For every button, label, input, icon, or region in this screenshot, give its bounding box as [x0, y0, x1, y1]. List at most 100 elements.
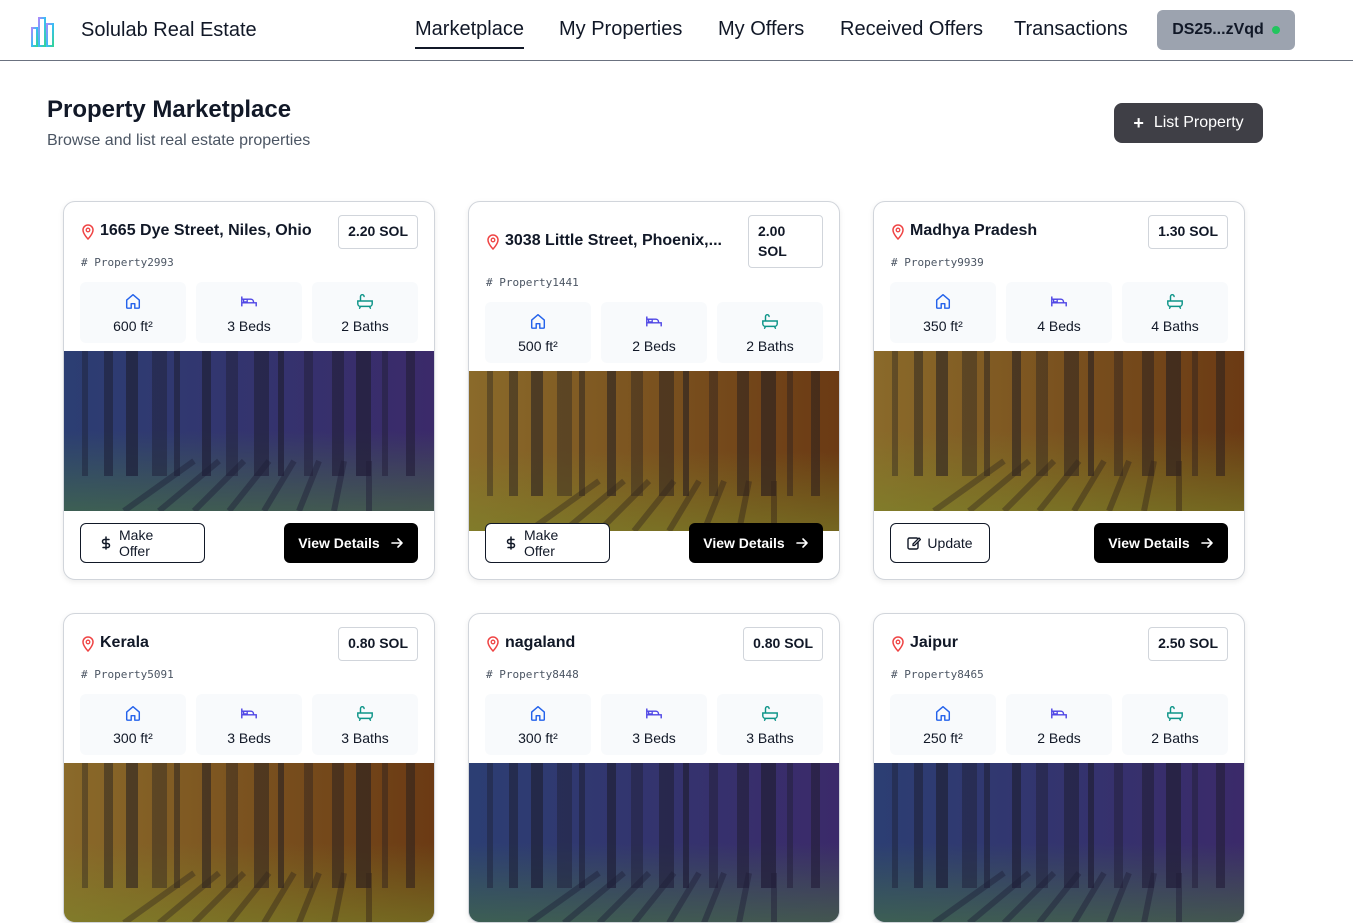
property-id: # Property5091: [81, 668, 174, 681]
view-details-label: View Details: [1108, 535, 1190, 551]
price-badge: 2.20 SOL: [338, 215, 418, 249]
property-image[interactable]: [469, 371, 839, 531]
area-stat: 350 ft²: [890, 282, 996, 343]
property-stats: 350 ft² 4 Beds 4 Baths: [890, 282, 1228, 343]
make-offer-button[interactable]: Make Offer: [485, 523, 610, 563]
bed-icon: [1050, 292, 1068, 310]
connected-status-icon: [1271, 26, 1280, 34]
beds-stat: 3 Beds: [196, 694, 302, 755]
page-title: Property Marketplace: [47, 96, 292, 123]
nav-received-offers[interactable]: Received Offers: [840, 18, 983, 41]
beds-value: 2 Beds: [632, 337, 676, 354]
property-stats: 300 ft² 3 Beds 3 Baths: [80, 694, 418, 755]
property-image[interactable]: [874, 763, 1244, 922]
bath-icon: [1166, 292, 1184, 310]
view-details-button[interactable]: View Details: [1094, 523, 1228, 563]
area-value: 300 ft²: [518, 729, 558, 746]
property-image[interactable]: [64, 763, 434, 922]
price-badge: 2.50 SOL: [1148, 627, 1228, 661]
baths-value: 2 Baths: [341, 317, 389, 334]
bath-icon: [761, 704, 779, 722]
baths-stat: 2 Baths: [717, 302, 823, 363]
property-card: Madhya Pradesh 1.30 SOL # Property9939 3…: [873, 201, 1245, 580]
home-icon: [529, 312, 547, 330]
area-stat: 300 ft²: [80, 694, 186, 755]
bath-icon: [356, 292, 374, 310]
area-stat: 300 ft²: [485, 694, 591, 755]
home-icon: [529, 704, 547, 722]
property-stats: 300 ft² 3 Beds 3 Baths: [485, 694, 823, 755]
baths-value: 2 Baths: [746, 337, 794, 354]
bed-icon: [1050, 704, 1068, 722]
wallet-button[interactable]: DS25...zVqd: [1157, 10, 1295, 50]
area-value: 500 ft²: [518, 337, 558, 354]
nav-my-properties[interactable]: My Properties: [559, 18, 682, 41]
bed-icon: [645, 704, 663, 722]
beds-stat: 3 Beds: [601, 694, 707, 755]
card-actions: Make Offer View Details: [485, 523, 823, 563]
baths-value: 3 Baths: [341, 729, 389, 746]
update-button[interactable]: Update: [890, 523, 990, 563]
view-details-button[interactable]: View Details: [689, 523, 823, 563]
baths-stat: 2 Baths: [312, 282, 418, 343]
beds-value: 2 Beds: [1037, 729, 1081, 746]
view-details-button[interactable]: View Details: [284, 523, 418, 563]
primary-action-label: Update: [927, 535, 973, 551]
make-offer-button[interactable]: Make Offer: [80, 523, 205, 563]
primary-action-label: Make Offer: [119, 527, 154, 559]
list-property-label: List Property: [1153, 114, 1244, 131]
location-pin-icon: [891, 636, 905, 653]
dollar-icon: [99, 536, 113, 550]
property-stats: 600 ft² 3 Beds 2 Baths: [80, 282, 418, 343]
area-value: 350 ft²: [923, 317, 963, 334]
baths-stat: 3 Baths: [717, 694, 823, 755]
baths-stat: 4 Baths: [1122, 282, 1228, 343]
arrow-right-icon: [390, 536, 404, 550]
property-card: Kerala 0.80 SOL # Property5091 300 ft² 3…: [63, 613, 435, 923]
area-value: 300 ft²: [113, 729, 153, 746]
card-actions: Update View Details: [890, 523, 1228, 563]
property-id: # Property9939: [891, 256, 984, 269]
beds-stat: 3 Beds: [196, 282, 302, 343]
location-pin-icon: [891, 224, 905, 241]
dollar-icon: [504, 536, 518, 550]
bath-icon: [761, 312, 779, 330]
baths-value: 3 Baths: [746, 729, 794, 746]
view-details-label: View Details: [298, 535, 380, 551]
beds-value: 3 Beds: [227, 317, 271, 334]
location-pin-icon: [486, 636, 500, 653]
nav-marketplace[interactable]: Marketplace: [415, 18, 524, 49]
price-badge: 0.80 SOL: [743, 627, 823, 661]
beds-stat: 2 Beds: [1006, 694, 1112, 755]
location-pin-icon: [81, 636, 95, 653]
top-bar: Solulab Real Estate Marketplace My Prope…: [0, 0, 1353, 61]
view-details-label: View Details: [703, 535, 785, 551]
brand-name: Solulab Real Estate: [81, 19, 257, 41]
nav-transactions[interactable]: Transactions: [1014, 18, 1128, 41]
beds-stat: 2 Beds: [601, 302, 707, 363]
nav-my-offers[interactable]: My Offers: [718, 18, 804, 41]
baths-value: 2 Baths: [1151, 729, 1199, 746]
arrow-right-icon: [1200, 536, 1214, 550]
list-property-button[interactable]: + List Property: [1114, 103, 1263, 143]
property-id: # Property1441: [486, 276, 579, 289]
property-location: Jaipur: [910, 634, 959, 651]
price-badge: 1.30 SOL: [1148, 215, 1228, 249]
home-icon: [124, 704, 142, 722]
card-actions: Make Offer View Details: [80, 523, 418, 563]
property-image[interactable]: [469, 763, 839, 922]
property-image[interactable]: [64, 351, 434, 511]
home-icon: [934, 292, 952, 310]
property-stats: 500 ft² 2 Beds 2 Baths: [485, 302, 823, 363]
location-pin-icon: [486, 234, 500, 251]
arrow-right-icon: [795, 536, 809, 550]
property-id: # Property2993: [81, 256, 174, 269]
plus-icon: +: [1133, 112, 1144, 133]
property-location: 1665 Dye Street, Niles, Ohio: [100, 222, 312, 239]
beds-value: 3 Beds: [632, 729, 676, 746]
property-image[interactable]: [874, 351, 1244, 511]
edit-icon: [907, 536, 922, 550]
beds-stat: 4 Beds: [1006, 282, 1112, 343]
bath-icon: [1166, 704, 1184, 722]
home-icon: [934, 704, 952, 722]
